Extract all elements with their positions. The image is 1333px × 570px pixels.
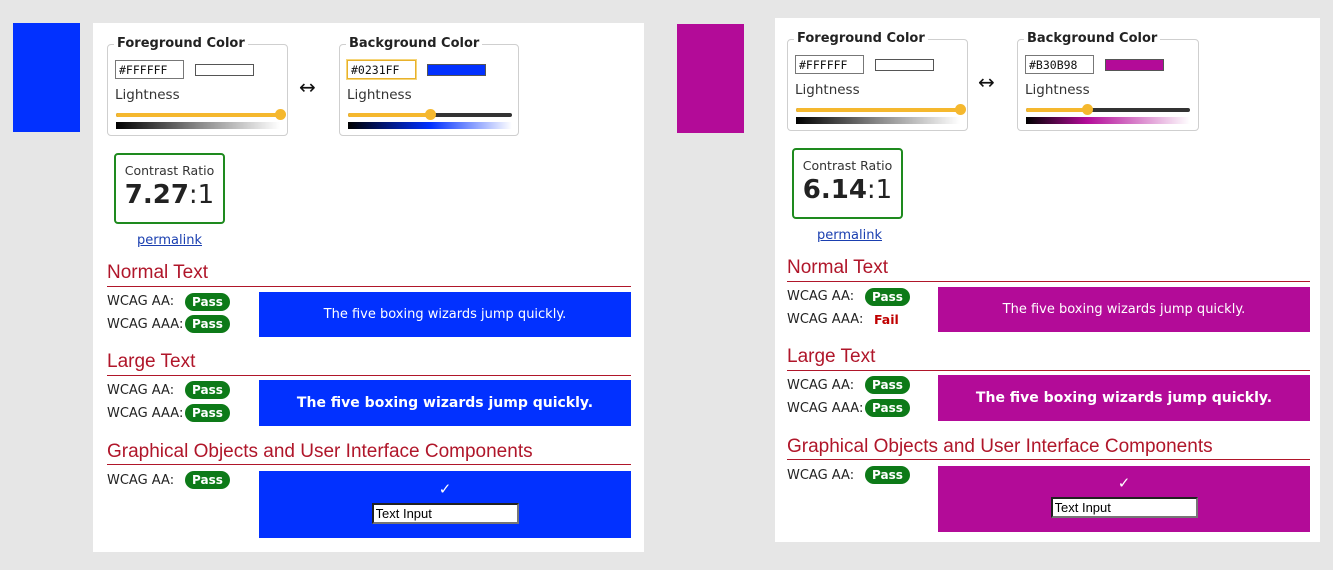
ui-components-sample: ✓ — [938, 466, 1310, 532]
normal-text-divider — [787, 281, 1310, 282]
foreground-lightness-slider[interactable] — [796, 104, 966, 115]
background-color-fieldset: Background Color Lightness — [339, 36, 519, 136]
graphical-aa-label: WCAG AA: — [107, 473, 175, 488]
foreground-hex-input[interactable] — [795, 55, 864, 74]
background-hex-input[interactable] — [1025, 55, 1094, 74]
contrast-ratio-value: 7.27:1 — [124, 180, 215, 210]
foreground-color-legend: Foreground Color — [114, 36, 248, 51]
background-lightness-slider[interactable] — [348, 109, 512, 120]
foreground-lightness-thumb[interactable] — [955, 104, 966, 115]
contrast-checker-panel: Foreground Color Lightness ↔ Background … — [775, 18, 1320, 542]
background-color-picker[interactable] — [427, 64, 486, 76]
large-aaa-result: Pass — [865, 399, 910, 417]
background-lightness-slider[interactable] — [1026, 104, 1190, 115]
normal-aa-label: WCAG AA: — [107, 294, 175, 309]
color-swatch — [13, 23, 80, 132]
large-text-divider — [787, 370, 1310, 371]
foreground-lightness-gradient — [796, 117, 960, 124]
swap-colors-icon[interactable]: ↔ — [978, 70, 995, 94]
large-aa-label: WCAG AA: — [107, 383, 175, 398]
checkmark-icon: ✓ — [438, 479, 452, 498]
graphical-aa-result: Pass — [865, 466, 910, 484]
foreground-color-fieldset: Foreground Color Lightness — [107, 36, 288, 136]
graphical-aa-label: WCAG AA: — [787, 468, 855, 483]
background-color-legend: Background Color — [346, 36, 483, 51]
normal-aaa-label: WCAG AAA: — [787, 312, 864, 327]
normal-text-sample: The five boxing wizards jump quickly. — [938, 287, 1310, 332]
large-text-divider — [107, 375, 631, 376]
background-lightness-gradient — [348, 122, 512, 129]
normal-aaa-result: Fail — [874, 312, 899, 327]
foreground-color-picker[interactable] — [195, 64, 254, 76]
background-lightness-label: Lightness — [347, 87, 412, 103]
graphical-objects-heading: Graphical Objects and User Interface Com… — [787, 436, 1213, 457]
foreground-color-fieldset: Foreground Color Lightness — [787, 31, 968, 131]
foreground-color-legend: Foreground Color — [794, 31, 928, 46]
background-hex-input[interactable] — [347, 60, 416, 79]
graphical-objects-heading: Graphical Objects and User Interface Com… — [107, 441, 533, 462]
graphical-objects-divider — [107, 464, 631, 465]
background-lightness-gradient — [1026, 117, 1190, 124]
graphical-aa-result: Pass — [185, 471, 230, 489]
ui-components-sample: ✓ — [259, 471, 631, 538]
background-lightness-thumb[interactable] — [425, 109, 436, 120]
checkmark-icon: ✓ — [1117, 474, 1131, 492]
foreground-lightness-label: Lightness — [795, 82, 860, 98]
large-text-sample: The five boxing wizards jump quickly. — [938, 375, 1310, 421]
large-text-sample: The five boxing wizards jump quickly. — [259, 380, 631, 426]
sample-text-input[interactable] — [1050, 497, 1198, 518]
contrast-ratio-value: 6.14:1 — [802, 175, 893, 205]
contrast-ratio-label: Contrast Ratio — [802, 158, 893, 173]
swap-colors-icon[interactable]: ↔ — [299, 75, 316, 99]
foreground-color-picker[interactable] — [875, 59, 934, 71]
permalink-link[interactable]: permalink — [817, 228, 882, 243]
foreground-lightness-thumb[interactable] — [275, 109, 286, 120]
large-aa-result: Pass — [865, 376, 910, 394]
background-lightness-thumb[interactable] — [1081, 104, 1093, 115]
contrast-ratio-box: Contrast Ratio 6.14:1 — [792, 148, 903, 219]
sample-text-input[interactable] — [371, 502, 519, 524]
large-aaa-label: WCAG AAA: — [787, 401, 864, 416]
graphical-objects-divider — [787, 459, 1310, 460]
normal-aa-label: WCAG AA: — [787, 289, 855, 304]
large-text-heading: Large Text — [787, 346, 876, 367]
normal-text-divider — [107, 286, 631, 287]
normal-text-sample: The five boxing wizards jump quickly. — [259, 292, 631, 337]
contrast-ratio-label: Contrast Ratio — [124, 163, 215, 178]
background-color-fieldset: Background Color Lightness — [1017, 31, 1199, 131]
foreground-hex-input[interactable] — [115, 60, 184, 79]
foreground-lightness-slider[interactable] — [116, 109, 286, 120]
background-lightness-label: Lightness — [1025, 82, 1090, 98]
large-aa-result: Pass — [185, 381, 230, 399]
normal-aaa-label: WCAG AAA: — [107, 317, 184, 332]
large-aa-label: WCAG AA: — [787, 378, 855, 393]
normal-text-heading: Normal Text — [787, 257, 889, 278]
normal-text-heading: Normal Text — [107, 262, 209, 283]
large-aaa-label: WCAG AAA: — [107, 406, 184, 421]
background-color-picker[interactable] — [1105, 59, 1164, 71]
large-text-heading: Large Text — [107, 351, 196, 372]
large-aaa-result: Pass — [185, 404, 230, 422]
permalink-link[interactable]: permalink — [137, 233, 202, 248]
color-swatch — [677, 24, 744, 133]
normal-aa-result: Pass — [185, 293, 230, 311]
foreground-lightness-label: Lightness — [115, 87, 180, 103]
foreground-lightness-gradient — [116, 122, 280, 129]
normal-aaa-result: Pass — [185, 315, 230, 333]
contrast-checker-panel: Foreground Color Lightness ↔ Background … — [93, 23, 644, 552]
background-color-legend: Background Color — [1024, 31, 1161, 46]
normal-aa-result: Pass — [865, 288, 910, 306]
contrast-ratio-box: Contrast Ratio 7.27:1 — [114, 153, 225, 224]
